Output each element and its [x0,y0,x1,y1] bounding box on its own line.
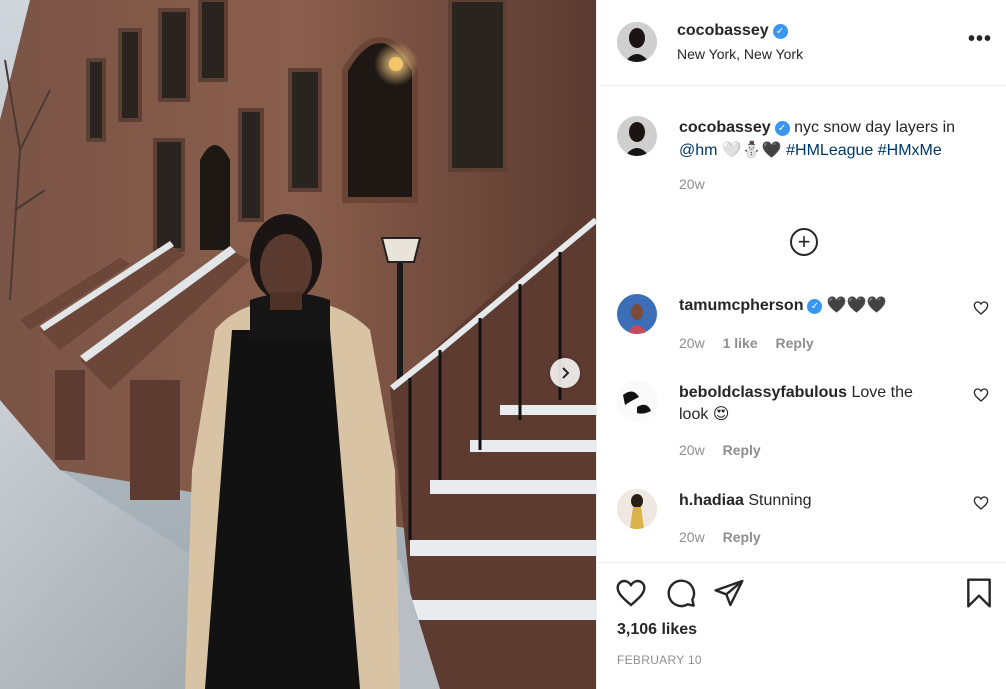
share-paper-plane-icon[interactable] [713,577,745,609]
comment-time[interactable]: 20w [679,442,705,458]
like-comment-heart-icon[interactable] [973,495,989,511]
comment-meta: 20w Reply [679,442,775,458]
comment-text: tamumcpherson ✓ 🖤🖤🖤 [679,295,939,317]
comment-body: Stunning [748,492,812,509]
hashtag-link[interactable]: #HMLeague [786,142,873,159]
caption-body: nyc snow day layers in [794,119,956,136]
comment-time[interactable]: 20w [679,335,705,351]
reply-button[interactable]: Reply [723,529,761,545]
load-more-comments-button[interactable]: + [790,228,818,256]
caption-text: cocobassey ✓ nyc snow day layers in @hm 🤍… [679,116,989,162]
comment-meta: 20w Reply [679,529,775,545]
caption-username[interactable]: cocobassey ✓ [679,119,790,136]
commenter-username[interactable]: tamumcpherson ✓ [679,297,823,314]
like-heart-icon[interactable] [615,577,647,609]
comment-meta: 20w 1 like Reply [679,335,828,351]
post-date[interactable]: FEBRUARY 10 [617,653,702,667]
post-location[interactable]: New York, New York [677,46,803,62]
reply-button[interactable]: Reply [776,335,814,351]
post-header: cocobassey ✓ New York, New York ••• [597,0,1006,86]
verified-badge-icon: ✓ [772,24,788,39]
hashtag-link[interactable]: #HMxMe [878,142,942,159]
comment-likes[interactable]: 1 like [723,335,758,351]
comment-time[interactable]: 20w [679,529,705,545]
comment-text: h.hadiaa Stunning [679,490,939,512]
post-footer: 3,106 likes FEBRUARY 10 [597,562,1006,689]
commenter-username[interactable]: h.hadiaa [679,492,744,509]
commenter-username[interactable]: beboldclassyfabulous [679,384,847,401]
post-photo[interactable] [0,0,596,689]
verified-badge-icon: ✓ [807,299,823,314]
next-photo-button[interactable] [550,358,580,388]
comment-text: beboldclassyfabulous Love the look 😍 [679,382,939,426]
chevron-right-icon [562,367,570,379]
like-comment-heart-icon[interactable] [973,387,989,403]
commenter-avatar[interactable] [617,489,657,529]
reply-button[interactable]: Reply [723,442,761,458]
verified-badge-icon: ✓ [774,121,790,136]
post-image [0,0,596,689]
caption-avatar[interactable] [617,116,657,156]
caption-emojis: 🤍⛄🖤 [721,142,782,159]
save-bookmark-icon[interactable] [965,577,993,609]
comment-body: 🖤🖤🖤 [826,297,887,314]
author-username[interactable]: cocobassey ✓ [677,22,788,40]
like-comment-heart-icon[interactable] [973,300,989,316]
mention-link[interactable]: @hm [679,142,717,159]
commenter-avatar[interactable] [617,294,657,334]
post-side-panel: cocobassey ✓ New York, New York ••• cocob… [596,0,1006,689]
action-bar [615,577,995,611]
caption-time[interactable]: 20w [679,176,705,192]
author-avatar[interactable] [617,22,657,62]
more-options-icon[interactable]: ••• [968,28,992,51]
likes-count[interactable]: 3,106 likes [617,621,697,639]
comment-bubble-icon[interactable] [665,577,697,609]
commenter-avatar[interactable] [617,381,657,421]
